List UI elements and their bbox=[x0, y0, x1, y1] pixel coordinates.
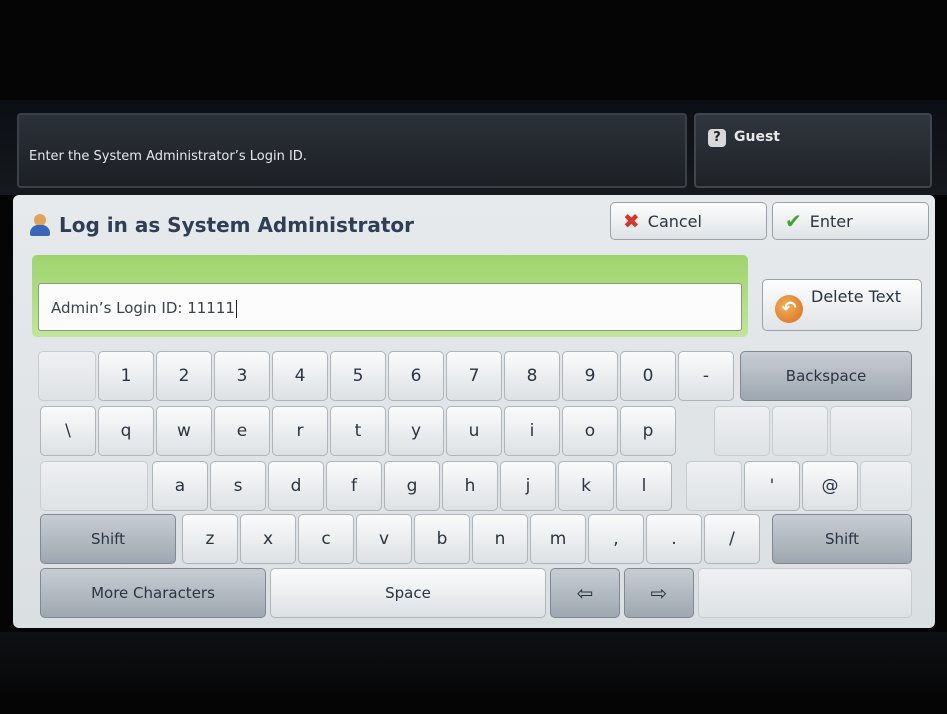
right-arrow-key[interactable]: ⇨ bbox=[624, 568, 694, 618]
key-backslash[interactable]: \ bbox=[40, 406, 96, 456]
key-i[interactable]: i bbox=[504, 406, 560, 456]
key-s[interactable]: s bbox=[210, 461, 266, 511]
key-w[interactable]: w bbox=[156, 406, 212, 456]
key-period[interactable]: . bbox=[646, 514, 702, 564]
key-v[interactable]: v bbox=[356, 514, 412, 564]
keyboard-blank-key bbox=[698, 568, 912, 618]
key-k[interactable]: k bbox=[558, 461, 614, 511]
key-at[interactable]: @ bbox=[802, 461, 858, 511]
key-8[interactable]: 8 bbox=[504, 351, 560, 401]
key-9[interactable]: 9 bbox=[562, 351, 618, 401]
on-screen-keyboard: 1 2 3 4 5 6 7 8 9 0- Backspace \ q w e r t y u i o p a s d f g h j k l… bbox=[34, 346, 914, 621]
undo-icon: ↶ bbox=[775, 295, 803, 323]
keyboard-blank-key bbox=[830, 406, 912, 456]
login-id-value: 11111 bbox=[187, 299, 235, 317]
key-t[interactable]: t bbox=[330, 406, 386, 456]
dialog-title: Log in as System Administrator bbox=[29, 210, 414, 240]
check-icon: ✔ bbox=[785, 209, 802, 233]
cancel-button[interactable]: ✖ Cancel bbox=[610, 202, 767, 240]
login-id-label: Admin’s Login ID: bbox=[51, 299, 188, 317]
left-arrow-key[interactable]: ⇦ bbox=[550, 568, 620, 618]
key-q[interactable]: q bbox=[98, 406, 154, 456]
key-5[interactable]: 5 bbox=[330, 351, 386, 401]
key-hyphen[interactable]: - bbox=[678, 351, 734, 401]
text-caret bbox=[235, 299, 237, 318]
key-g[interactable]: g bbox=[384, 461, 440, 511]
guest-user-icon: ? bbox=[708, 129, 726, 147]
backspace-key[interactable]: Backspace bbox=[740, 351, 912, 401]
key-apostrophe[interactable]: ' bbox=[744, 461, 800, 511]
key-f[interactable]: f bbox=[326, 461, 382, 511]
key-u[interactable]: u bbox=[446, 406, 502, 456]
key-p[interactable]: p bbox=[620, 406, 676, 456]
keyboard-blank-key bbox=[686, 461, 742, 511]
key-c[interactable]: c bbox=[298, 514, 354, 564]
key-r[interactable]: r bbox=[272, 406, 328, 456]
instruction-message-bar: Enter the System Administrator’s Login I… bbox=[17, 113, 687, 188]
delete-text-button[interactable]: ↶ Delete Text bbox=[762, 279, 922, 331]
keyboard-blank-key bbox=[38, 351, 96, 401]
key-m[interactable]: m bbox=[530, 514, 586, 564]
keyboard-blank-key bbox=[40, 461, 148, 511]
cancel-label: Cancel bbox=[647, 211, 702, 231]
x-icon: ✖ bbox=[623, 209, 640, 233]
key-2[interactable]: 2 bbox=[156, 351, 212, 401]
key-y[interactable]: y bbox=[388, 406, 444, 456]
admin-user-icon bbox=[29, 214, 51, 236]
key-6[interactable]: 6 bbox=[388, 351, 444, 401]
instruction-message: Enter the System Administrator’s Login I… bbox=[29, 149, 307, 164]
space-key[interactable]: Space bbox=[270, 568, 546, 618]
key-o[interactable]: o bbox=[562, 406, 618, 456]
enter-label: Enter bbox=[809, 211, 853, 231]
enter-button[interactable]: ✔ Enter bbox=[772, 202, 929, 240]
key-d[interactable]: d bbox=[268, 461, 324, 511]
key-comma[interactable]: , bbox=[588, 514, 644, 564]
keyboard-blank-key bbox=[860, 461, 912, 511]
user-status-label: Guest bbox=[734, 129, 780, 145]
key-z[interactable]: z bbox=[182, 514, 238, 564]
key-1[interactable]: 1 bbox=[98, 351, 154, 401]
key-7[interactable]: 7 bbox=[446, 351, 502, 401]
key-h[interactable]: h bbox=[442, 461, 498, 511]
shift-right-key[interactable]: Shift bbox=[772, 514, 912, 564]
key-0[interactable]: 0 bbox=[620, 351, 676, 401]
keyboard-blank-key bbox=[714, 406, 770, 456]
key-slash[interactable]: / bbox=[704, 514, 760, 564]
keyboard-blank-key bbox=[772, 406, 828, 456]
shift-left-key[interactable]: Shift bbox=[40, 514, 176, 564]
key-4[interactable]: 4 bbox=[272, 351, 328, 401]
key-3[interactable]: 3 bbox=[214, 351, 270, 401]
user-status-button[interactable]: ? Guest bbox=[694, 113, 932, 188]
key-n[interactable]: n bbox=[472, 514, 528, 564]
delete-text-label: Delete Text bbox=[811, 287, 902, 306]
key-l[interactable]: l bbox=[616, 461, 672, 511]
key-a[interactable]: a bbox=[152, 461, 208, 511]
more-characters-key[interactable]: More Characters bbox=[40, 568, 266, 618]
screen-bottom-area bbox=[0, 632, 947, 692]
login-id-input[interactable]: Admin’s Login ID: 11111 bbox=[38, 283, 742, 331]
dialog-title-text: Log in as System Administrator bbox=[59, 213, 415, 237]
key-b[interactable]: b bbox=[414, 514, 470, 564]
key-j[interactable]: j bbox=[500, 461, 556, 511]
key-x[interactable]: x bbox=[240, 514, 296, 564]
key-e[interactable]: e bbox=[214, 406, 270, 456]
